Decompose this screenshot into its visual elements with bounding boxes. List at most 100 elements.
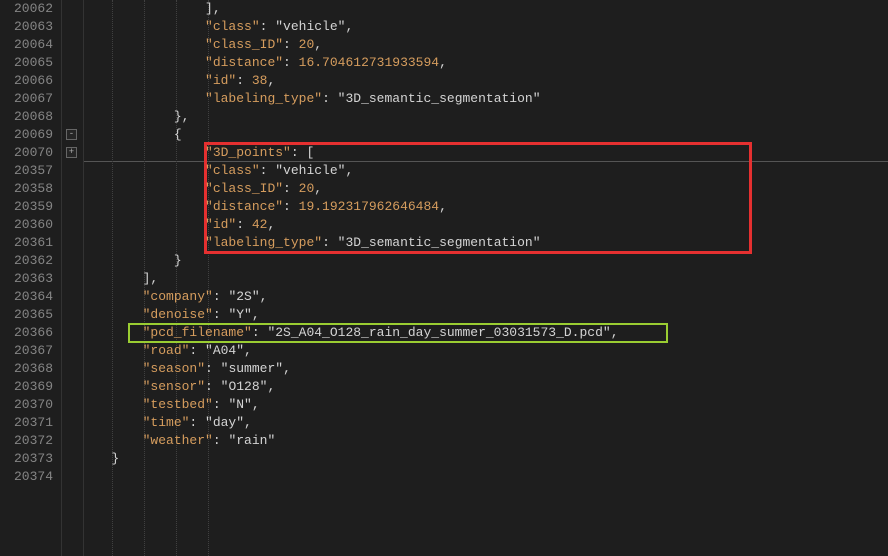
json-string: "A04" [205, 343, 244, 358]
line-number: 20362 [4, 252, 53, 270]
line-number: 20368 [4, 360, 53, 378]
line-number: 20374 [4, 468, 53, 486]
json-key: "labeling_type" [205, 235, 322, 250]
code-line: "pcd_filename": "2S_A04_O128_rain_day_su… [88, 324, 888, 342]
code-line: "time": "day", [88, 414, 888, 432]
json-key: "pcd_filename" [143, 325, 252, 340]
json-number: 20 [299, 181, 315, 196]
bracket-close: ], [143, 271, 159, 286]
code-line: ], [88, 0, 888, 18]
code-editor: 20062 20063 20064 20065 20066 20067 2006… [0, 0, 888, 556]
json-string: "vehicle" [275, 163, 345, 178]
json-number: 19.192317962646484 [299, 199, 439, 214]
brace-open: { [174, 127, 182, 142]
line-number: 20358 [4, 180, 53, 198]
line-number: 20070 [4, 144, 53, 162]
json-key: "3D_points" [205, 145, 291, 160]
line-number: 20067 [4, 90, 53, 108]
code-line: "weather": "rain" [88, 432, 888, 450]
code-line: "3D_points": [ [88, 144, 888, 162]
json-key: "class" [205, 19, 260, 34]
json-key: "denoise" [143, 307, 213, 322]
line-number: 20371 [4, 414, 53, 432]
line-number: 20369 [4, 378, 53, 396]
brace-close: } [174, 253, 182, 268]
code-line: "season": "summer", [88, 360, 888, 378]
fold-gutter: - + [62, 0, 84, 556]
json-key: "road" [143, 343, 190, 358]
json-key: "testbed" [143, 397, 213, 412]
fold-expand-icon[interactable]: + [66, 147, 77, 158]
code-line: "class_ID": 20, [88, 180, 888, 198]
fold-collapse-icon[interactable]: - [66, 129, 77, 140]
json-string: "vehicle" [275, 19, 345, 34]
json-key: "sensor" [143, 379, 205, 394]
code-line: "id": 38, [88, 72, 888, 90]
line-number: 20062 [4, 0, 53, 18]
json-key: "id" [205, 217, 236, 232]
json-string: "summer" [221, 361, 283, 376]
json-key: "labeling_type" [205, 91, 322, 106]
bracket-close: ], [205, 1, 221, 16]
code-line: }, [88, 108, 888, 126]
json-string: "3D_semantic_segmentation" [338, 235, 541, 250]
code-line: } [88, 450, 888, 468]
json-string: "2S_A04_O128_rain_day_summer_03031573_D.… [267, 325, 610, 340]
json-key: "weather" [143, 433, 213, 448]
code-line: "class_ID": 20, [88, 36, 888, 54]
json-key: "class_ID" [205, 181, 283, 196]
json-key: "class" [205, 163, 260, 178]
line-number: 20068 [4, 108, 53, 126]
code-line: { [88, 126, 888, 144]
json-string: "2S" [228, 289, 259, 304]
line-number: 20366 [4, 324, 53, 342]
json-key: "company" [143, 289, 213, 304]
brace-close: } [111, 451, 119, 466]
line-number: 20363 [4, 270, 53, 288]
line-number: 20063 [4, 18, 53, 36]
json-number: 42 [252, 217, 268, 232]
line-number: 20066 [4, 72, 53, 90]
json-string: "N" [228, 397, 251, 412]
json-string: "O128" [221, 379, 268, 394]
code-line: "testbed": "N", [88, 396, 888, 414]
code-line: "distance": 16.704612731933594, [88, 54, 888, 72]
json-key: "time" [143, 415, 190, 430]
code-line: "distance": 19.192317962646484, [88, 198, 888, 216]
line-number: 20370 [4, 396, 53, 414]
line-number: 20064 [4, 36, 53, 54]
code-line: "labeling_type": "3D_semantic_segmentati… [88, 90, 888, 108]
json-key: "season" [143, 361, 205, 376]
code-line: "class": "vehicle", [88, 18, 888, 36]
json-number: 38 [252, 73, 268, 88]
code-line: } [88, 252, 888, 270]
brace-close: }, [174, 109, 190, 124]
code-line: "road": "A04", [88, 342, 888, 360]
code-area[interactable]: ], "class": "vehicle", "class_ID": 20, "… [84, 0, 888, 556]
json-number: 16.704612731933594 [299, 55, 439, 70]
json-key: "id" [205, 73, 236, 88]
line-number: 20365 [4, 306, 53, 324]
line-number: 20361 [4, 234, 53, 252]
code-line: "sensor": "O128", [88, 378, 888, 396]
json-key: "distance" [205, 55, 283, 70]
line-number: 20357 [4, 162, 53, 180]
json-string: "3D_semantic_segmentation" [338, 91, 541, 106]
line-number-gutter: 20062 20063 20064 20065 20066 20067 2006… [0, 0, 62, 556]
code-line: "denoise": "Y", [88, 306, 888, 324]
line-number: 20372 [4, 432, 53, 450]
line-number: 20065 [4, 54, 53, 72]
line-number: 20359 [4, 198, 53, 216]
code-line: ], [88, 270, 888, 288]
line-number: 20373 [4, 450, 53, 468]
code-line: "company": "2S", [88, 288, 888, 306]
line-number: 20364 [4, 288, 53, 306]
json-key: "distance" [205, 199, 283, 214]
json-string: "day" [205, 415, 244, 430]
code-line: "id": 42, [88, 216, 888, 234]
line-number: 20360 [4, 216, 53, 234]
code-line [88, 468, 888, 486]
json-number: 20 [299, 37, 315, 52]
json-key: "class_ID" [205, 37, 283, 52]
code-line: "class": "vehicle", [88, 162, 888, 180]
